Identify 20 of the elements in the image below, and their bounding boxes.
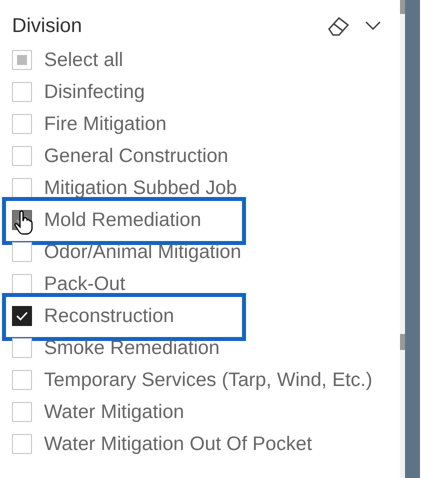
scrollbar[interactable] (400, 0, 405, 478)
option-label[interactable]: Mold Remediation (44, 208, 202, 232)
option-label[interactable]: Pack-Out (44, 272, 126, 296)
check-icon (16, 311, 28, 321)
option-label[interactable]: Water Mitigation (44, 400, 184, 424)
option-label[interactable]: Disinfecting (44, 80, 145, 104)
check-icon (16, 215, 28, 225)
option-label[interactable]: Select all (44, 48, 124, 72)
option-label[interactable]: Water Mitigation Out Of Pocket (44, 432, 312, 456)
chevron-down-icon[interactable] (364, 20, 382, 32)
option-label[interactable]: Odor/Animal Mitigation (44, 240, 242, 264)
option-label[interactable]: Temporary Services (Tarp, Wind, Etc.) (44, 368, 372, 392)
option-label[interactable]: General Construction (44, 144, 228, 168)
option-label[interactable]: Mitigation Subbed Job (44, 176, 237, 200)
checkbox[interactable] (12, 306, 32, 326)
option-label[interactable]: Reconstruction (44, 304, 174, 328)
slicer-title: Division (12, 14, 84, 38)
option-label[interactable]: Fire Mitigation (44, 112, 166, 136)
option-label[interactable]: Smoke Remediation (44, 336, 220, 360)
eraser-icon[interactable] (326, 15, 350, 37)
